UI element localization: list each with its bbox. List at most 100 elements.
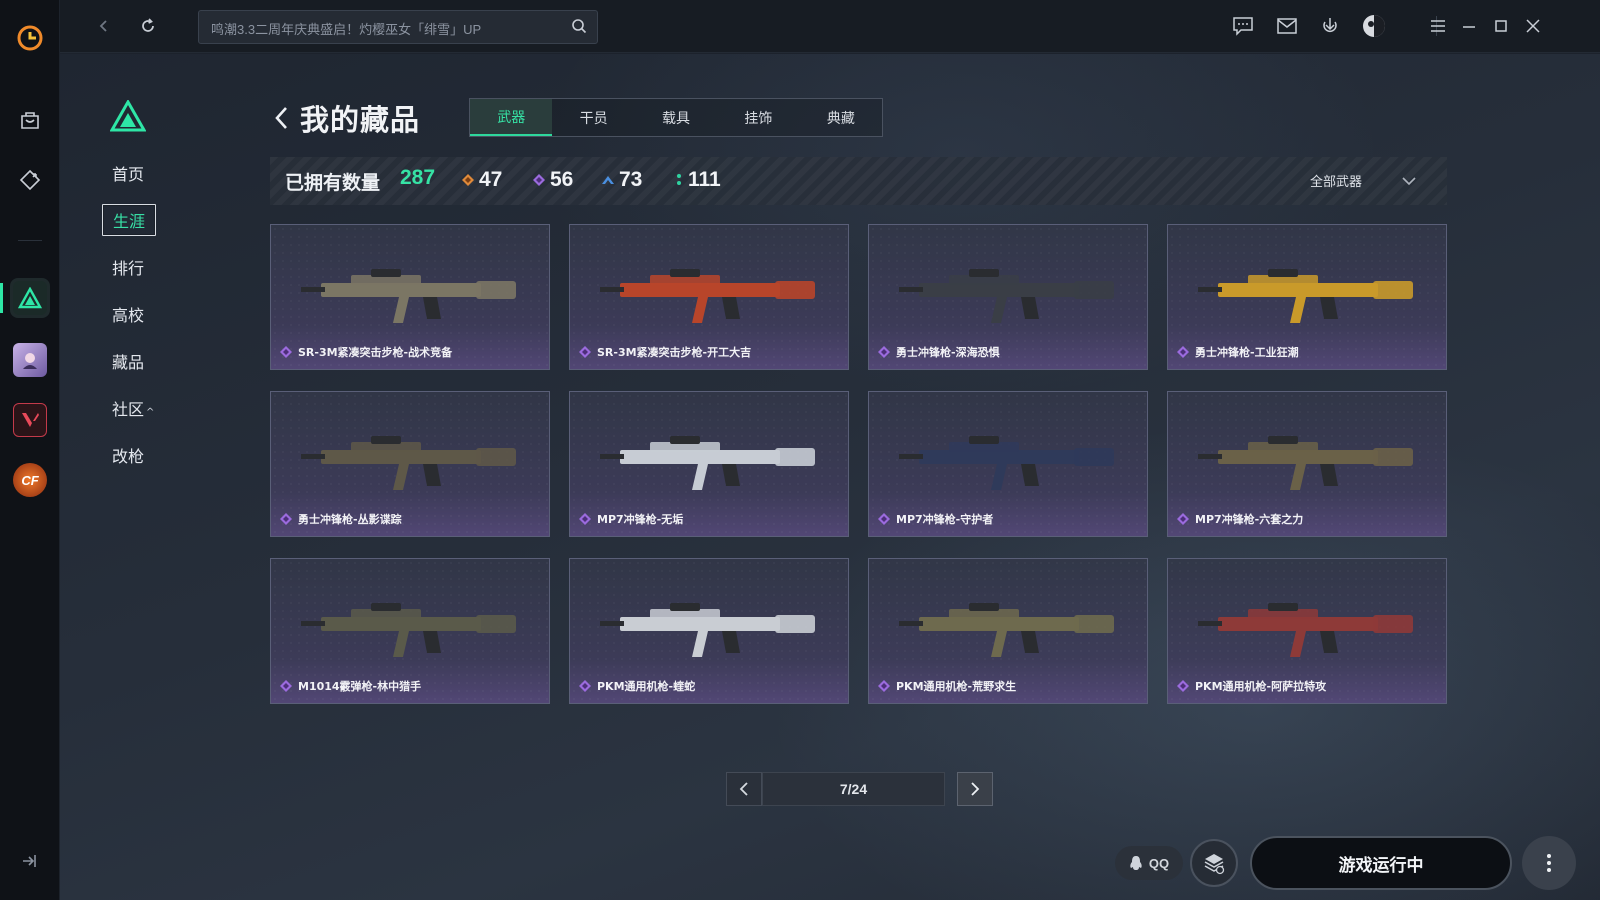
qq-penguin-icon (1130, 856, 1142, 870)
rail-game-crossfire[interactable]: CF (10, 460, 50, 500)
card-name-row: PKM通用机枪-荒野求生 (878, 678, 1016, 694)
rarity-diamond-icon (280, 346, 292, 358)
mail-icon (1277, 18, 1297, 34)
weapon-image (1198, 603, 1413, 657)
subnav-item-gunsmith[interactable]: 改枪 (112, 443, 144, 467)
search-input[interactable]: 鸣潮3.3二周年庆典盛启！灼樱巫女「绯雪」UP (198, 10, 598, 44)
games-icon[interactable] (10, 160, 50, 200)
item-name: 勇士冲锋枪-深海恐惧 (896, 346, 1000, 359)
download-button[interactable] (1316, 12, 1344, 40)
weapon-image (600, 269, 815, 323)
collection-card[interactable]: M1014霰弹枪-林中猎手 (270, 558, 550, 704)
rarity-diamond-icon (280, 680, 292, 692)
crossfire-icon: CF (13, 463, 47, 497)
collection-card[interactable]: MP7冲锋枪-无垢 (569, 391, 849, 537)
delta-force-icon (13, 281, 47, 315)
subnav-item-home[interactable]: 首页 (112, 161, 144, 185)
prev-page-button[interactable] (726, 772, 762, 806)
qq-button[interactable]: QQ (1115, 846, 1183, 880)
app-logo-icon[interactable] (10, 18, 50, 58)
item-name: PKM通用机枪-阿萨拉特攻 (1195, 680, 1327, 693)
page-back-button[interactable] (268, 103, 294, 133)
chevron-left-icon (739, 782, 748, 796)
tab-vehicles[interactable]: 载具 (635, 99, 717, 136)
refresh-button[interactable] (134, 12, 162, 40)
collection-card[interactable]: 勇士冲锋枪-工业狂潮 (1167, 224, 1447, 370)
collection-card[interactable]: MP7冲锋枪-守护者 (868, 391, 1148, 537)
card-name-row: 勇士冲锋枪-工业狂潮 (1177, 344, 1299, 360)
rarity-stat-blue: 73 (602, 168, 642, 192)
item-name: SR-3M紧凑突击步枪-开工大吉 (597, 346, 752, 359)
valorant-icon (13, 403, 47, 437)
collection-stats-bar: 已拥有数量 287 47 56 73 111 全部武器 (270, 157, 1447, 205)
rail-game-character[interactable] (10, 340, 50, 380)
download-icon (1323, 18, 1337, 32)
mail-button[interactable] (1273, 12, 1301, 40)
menu-button[interactable] (1424, 12, 1452, 40)
maximize-button[interactable] (1487, 12, 1515, 40)
owned-count-label: 已拥有数量 (285, 172, 381, 194)
rarity-diamond-icon (1177, 513, 1189, 525)
owned-count-total: 287 (400, 166, 436, 189)
weapon-image (301, 603, 516, 657)
maximize-icon (1495, 20, 1507, 32)
collection-card[interactable]: SR-3M紧凑突击步枪-开工大吉 (569, 224, 849, 370)
more-vertical-icon (1547, 854, 1551, 872)
more-options-button[interactable] (1522, 836, 1576, 890)
main-content: 首页 生涯 排行 高校 藏品 社区 ^ 改枪 我的藏品 武器 干员 载具 挂饰 典… (60, 54, 1600, 900)
weapon-image (301, 436, 516, 490)
rarity-diamond-icon (878, 680, 890, 692)
subnav-item-collection[interactable]: 藏品 (112, 349, 144, 373)
chevron-right-icon (971, 782, 980, 796)
weapon-image (301, 269, 516, 323)
rarity-diamond-icon (579, 346, 591, 358)
game-running-button[interactable]: 游戏运行中 (1250, 836, 1512, 890)
search-icon[interactable] (571, 18, 589, 36)
collection-card[interactable]: SR-3M紧凑突击步枪-战术竞备 (270, 224, 550, 370)
collapse-sidebar-icon[interactable] (18, 850, 40, 872)
close-button[interactable] (1519, 12, 1547, 40)
weapon-image (600, 603, 815, 657)
refresh-icon (142, 18, 154, 32)
rarity-diamond-icon (1177, 346, 1189, 358)
next-page-button[interactable] (957, 772, 993, 806)
collection-card[interactable]: PKM通用机枪-荒野求生 (868, 558, 1148, 704)
store-bag-icon[interactable] (10, 100, 50, 140)
collection-card[interactable]: PKM通用机枪-阿萨拉特攻 (1167, 558, 1447, 704)
subnav-community-label: 社区 (112, 400, 145, 419)
weapon-image (600, 436, 815, 490)
subnav-item-ranking[interactable]: 排行 (112, 255, 144, 279)
minimize-button[interactable] (1455, 12, 1483, 40)
rail-game-valorant[interactable] (10, 400, 50, 440)
card-name-row: 勇士冲锋枪-深海恐惧 (878, 344, 1000, 360)
weapon-image (899, 436, 1114, 490)
card-name-row: PKM通用机枪-蝰蛇 (579, 678, 695, 694)
subnav-item-community[interactable]: 社区 ^ (112, 396, 154, 420)
tab-weapons[interactable]: 武器 (470, 99, 553, 136)
rarity-diamond-icon (878, 513, 890, 525)
collection-card[interactable]: MP7冲锋枪-六套之力 (1167, 391, 1447, 537)
item-name: PKM通用机枪-蝰蛇 (597, 680, 696, 693)
subnav-item-college[interactable]: 高校 (112, 302, 144, 326)
collection-card[interactable]: 勇士冲锋枪-深海恐惧 (868, 224, 1148, 370)
rail-game-delta-force[interactable] (10, 278, 50, 318)
rarity-stat-green: 111 (675, 168, 721, 192)
rarity-diamond-icon (579, 513, 591, 525)
messages-button[interactable] (1229, 12, 1257, 40)
game-tools-button[interactable] (1190, 839, 1238, 887)
tab-charms[interactable]: 挂饰 (717, 99, 799, 136)
tab-operators[interactable]: 干员 (552, 99, 634, 136)
collection-card[interactable]: 勇士冲锋枪-丛影谍踪 (270, 391, 550, 537)
page-header: 我的藏品 (268, 98, 420, 138)
caret-up-icon: ^ (146, 407, 155, 418)
back-nav-button[interactable] (90, 12, 118, 40)
weapon-filter-dropdown[interactable]: 全部武器 (1310, 171, 1416, 190)
rarity-count-green: 111 (688, 168, 721, 191)
chat-bubble-icon (1233, 17, 1253, 36)
tab-archive[interactable]: 典藏 (800, 99, 882, 136)
user-avatar[interactable] (1360, 12, 1388, 40)
search-placeholder: 鸣潮3.3二周年庆典盛启！灼樱巫女「绯雪」UP (211, 22, 482, 37)
collection-card[interactable]: PKM通用机枪-蝰蛇 (569, 558, 849, 704)
subnav-item-career[interactable]: 生涯 (102, 204, 157, 236)
orange-diamond-icon (462, 174, 474, 186)
